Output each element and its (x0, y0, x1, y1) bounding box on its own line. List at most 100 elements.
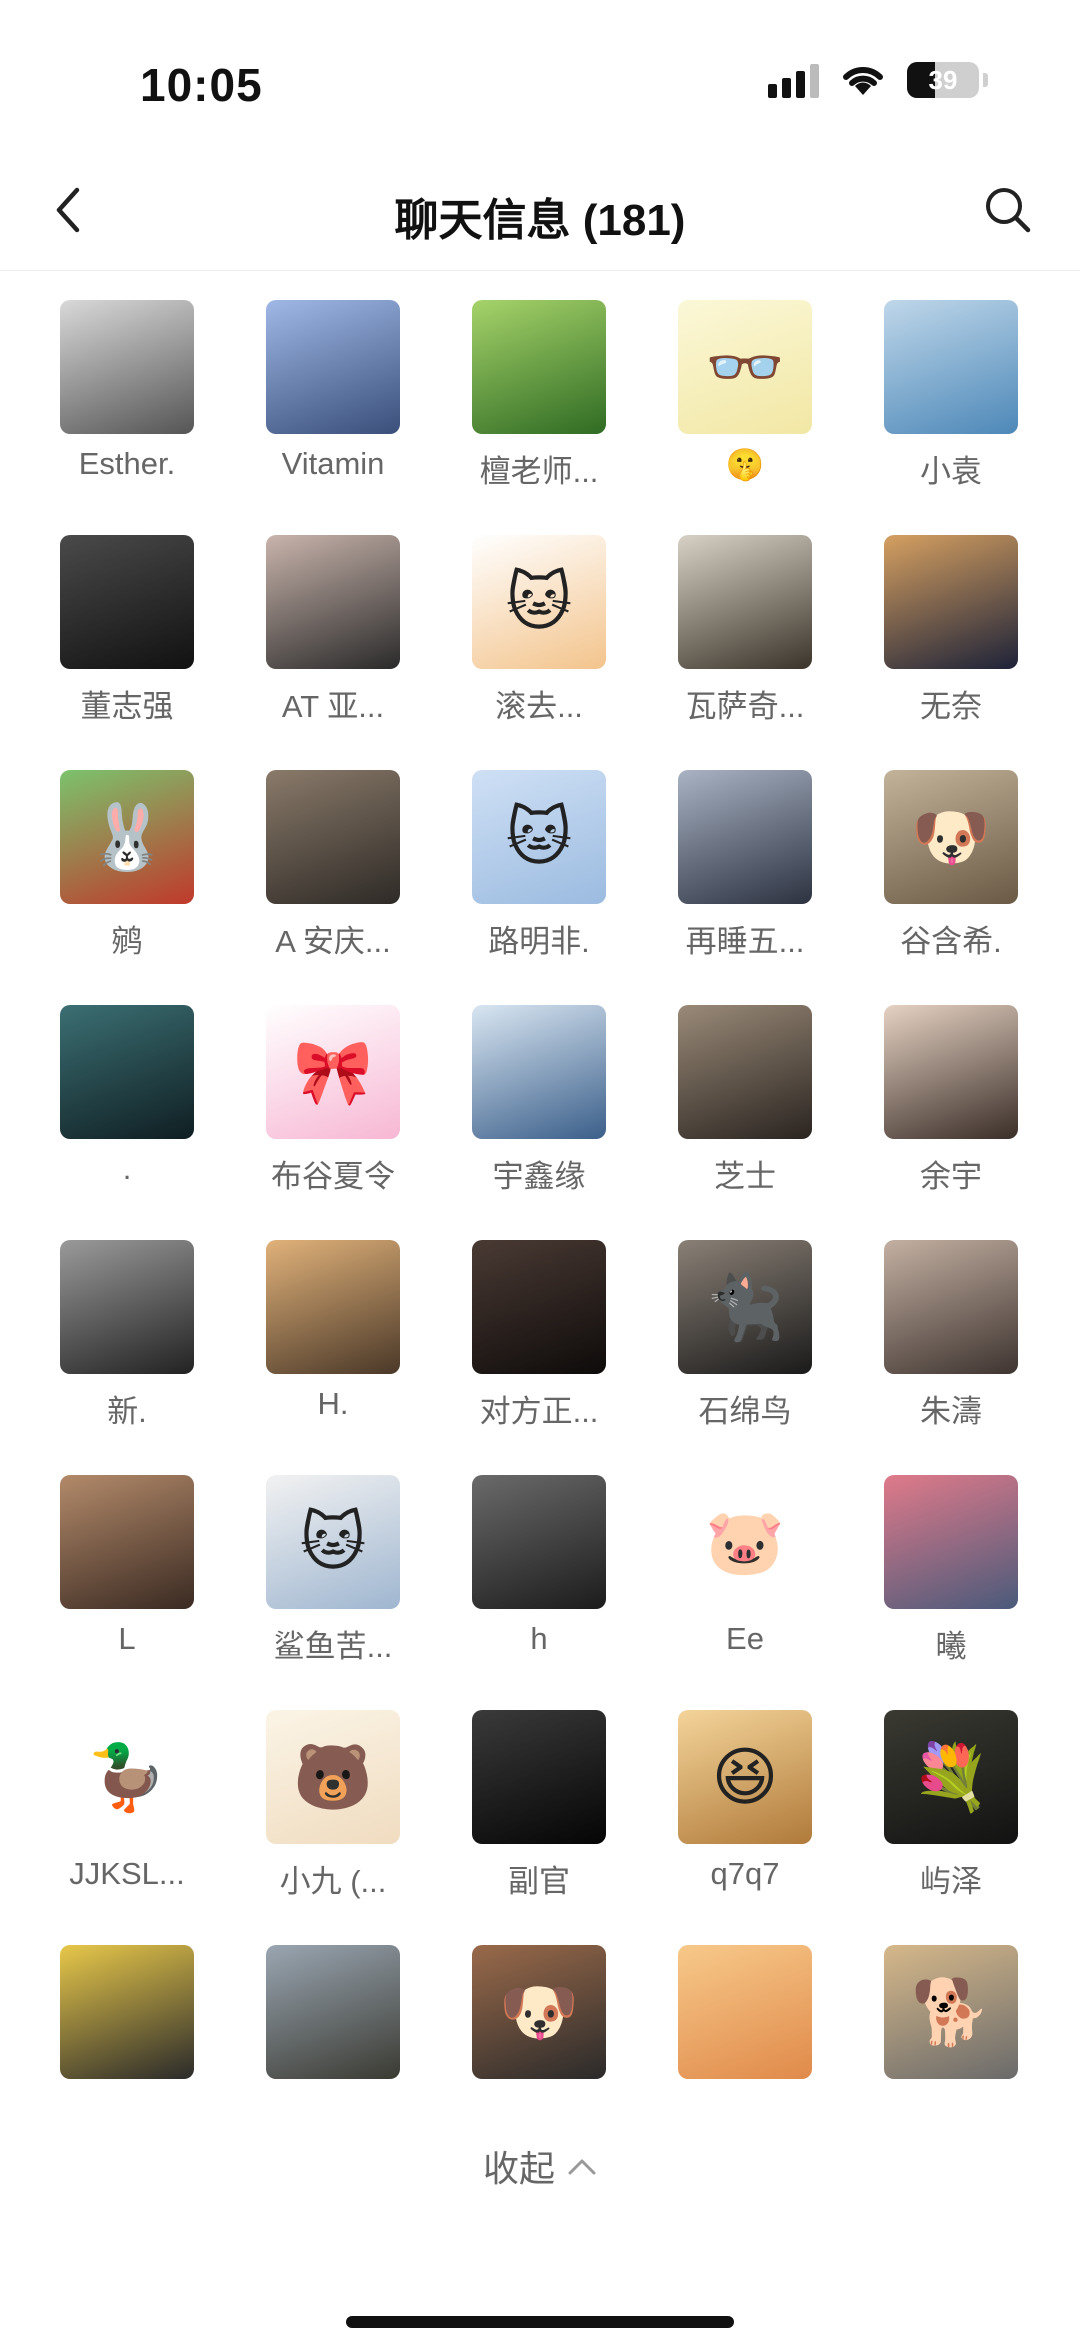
avatar-image: 🐱 (505, 800, 573, 873)
battery-tip (983, 73, 988, 87)
member-avatar (60, 1475, 194, 1609)
search-button[interactable] (976, 178, 1040, 242)
search-icon (986, 188, 1031, 233)
member-item[interactable]: AT 亚... (230, 535, 436, 770)
member-item[interactable]: 副官 (436, 1710, 642, 1945)
member-name: 宇鑫缘 (492, 1159, 586, 1194)
member-avatar: 🐱 (472, 770, 606, 904)
avatar-image: 🐶 (499, 1975, 579, 2048)
battery-icon: 39 (907, 62, 979, 98)
member-avatar (266, 770, 400, 904)
member-item[interactable]: Vitamin (230, 300, 436, 535)
member-avatar (60, 1945, 194, 2079)
member-name: 路明非. (488, 924, 590, 959)
member-avatar (472, 1240, 606, 1374)
member-avatar: 🐱 (266, 1475, 400, 1609)
member-item[interactable]: 🐶 谷含希. (848, 770, 1054, 1005)
battery-level: 39 (928, 64, 958, 95)
member-item[interactable]: 🐈‍⬛ 石绵鸟 (642, 1240, 848, 1475)
collapse-button[interactable]: 收起 (0, 2140, 1080, 2192)
member-item[interactable]: 🐱 鲨鱼苦... (230, 1475, 436, 1710)
wifi-icon (843, 66, 883, 95)
member-item[interactable]: 曦 (848, 1475, 1054, 1710)
member-item[interactable]: 芝士 (642, 1005, 848, 1240)
member-item[interactable]: 🐱 路明非. (436, 770, 642, 1005)
avatar-image: 👓 (705, 330, 785, 403)
avatar-image: 🐻 (293, 1740, 373, 1813)
member-item[interactable]: 😆 q7q7 (642, 1710, 848, 1945)
member-name: h (530, 1621, 548, 1656)
member-avatar: 🐶 (472, 1945, 606, 2079)
member-row: 🐰 鹓 A 安庆... 🐱 路明非. 再睡五... 🐶 谷含希. (0, 770, 1080, 1005)
member-row: 董志强 AT 亚... 🐱 滚去... 瓦萨奇... 无奈 (0, 535, 1080, 770)
member-item[interactable]: 朱濤 (848, 1240, 1054, 1475)
member-item[interactable]: . (24, 1005, 230, 1240)
member-item[interactable]: 🦆 JJKSL... (24, 1710, 230, 1945)
member-item[interactable]: 💐 屿泽 (848, 1710, 1054, 1945)
member-name: 曦 (935, 1629, 967, 1664)
member-avatar (884, 535, 1018, 669)
member-item[interactable]: 再睡五... (642, 770, 848, 1005)
member-avatar (678, 1945, 812, 2079)
member-avatar (266, 535, 400, 669)
nav-bar: 聊天信息 (181) (0, 150, 1080, 271)
member-item[interactable]: 👓 🤫 (642, 300, 848, 535)
member-name: H. (317, 1386, 349, 1421)
member-avatar (678, 535, 812, 669)
member-item[interactable]: A 安庆... (230, 770, 436, 1005)
member-avatar: 🐻 (266, 1710, 400, 1844)
member-avatar (472, 1005, 606, 1139)
member-item[interactable]: 檀老师... (436, 300, 642, 535)
member-item[interactable]: 新. (24, 1240, 230, 1475)
member-avatar (678, 770, 812, 904)
member-avatar: 🐕 (884, 1945, 1018, 2079)
member-row: 🦆 JJKSL... 🐻 小九 (... 副官 😆 q7q7 💐 屿泽 (0, 1710, 1080, 1945)
member-item[interactable]: L (24, 1475, 230, 1710)
member-avatar (472, 300, 606, 434)
status-bar: 10:05 39 (0, 0, 1080, 150)
member-name: 新. (107, 1394, 147, 1429)
member-row: . 🎀 布谷夏令 宇鑫缘 芝士 余宇 (0, 1005, 1080, 1240)
collapse-label: 收起 (482, 2148, 555, 2189)
member-name: AT 亚... (281, 689, 385, 724)
member-name: 再睡五... (685, 924, 805, 959)
member-name: 董志强 (80, 689, 174, 724)
chevron-up-icon (568, 2159, 596, 2175)
member-item[interactable]: 🎀 布谷夏令 (230, 1005, 436, 1240)
member-avatar (60, 1240, 194, 1374)
member-avatar (266, 1945, 400, 2079)
member-item[interactable]: H. (230, 1240, 436, 1475)
member-item[interactable]: 🐷 Ee (642, 1475, 848, 1710)
member-name: 无奈 (920, 689, 982, 724)
member-item[interactable]: 无奈 (848, 535, 1054, 770)
member-item[interactable]: 🐱 滚去... (436, 535, 642, 770)
member-item[interactable]: Esther. (24, 300, 230, 535)
member-avatar (266, 1240, 400, 1374)
status-icons: 39 (768, 62, 988, 98)
status-time: 10:05 (140, 59, 263, 111)
member-avatar: 🐱 (472, 535, 606, 669)
member-name: 瓦萨奇... (685, 689, 805, 724)
member-item[interactable]: 董志强 (24, 535, 230, 770)
member-item[interactable]: h (436, 1475, 642, 1710)
member-item[interactable]: 宇鑫缘 (436, 1005, 642, 1240)
member-item[interactable]: 瓦萨奇... (642, 535, 848, 770)
member-item[interactable]: 余宇 (848, 1005, 1054, 1240)
member-name: 🤫 (725, 447, 765, 482)
member-name: Ee (726, 1621, 764, 1656)
member-avatar: 🐶 (884, 770, 1018, 904)
member-item[interactable]: 🐻 小九 (... (230, 1710, 436, 1945)
member-item[interactable]: 对方正... (436, 1240, 642, 1475)
member-name: 余宇 (920, 1159, 982, 1194)
page-title: 聊天信息 (181) (394, 196, 686, 245)
member-avatar (266, 300, 400, 434)
member-item[interactable]: 小袁 (848, 300, 1054, 535)
avatar-image: 🐱 (299, 1505, 367, 1578)
avatar-image: 🐰 (87, 800, 167, 873)
member-name: q7q7 (710, 1856, 780, 1891)
member-item[interactable]: 🐰 鹓 (24, 770, 230, 1005)
member-name: 芝士 (714, 1159, 776, 1194)
member-name: L (118, 1621, 136, 1656)
member-avatar (678, 1005, 812, 1139)
avatar-image: 🐈‍⬛ (705, 1270, 785, 1343)
